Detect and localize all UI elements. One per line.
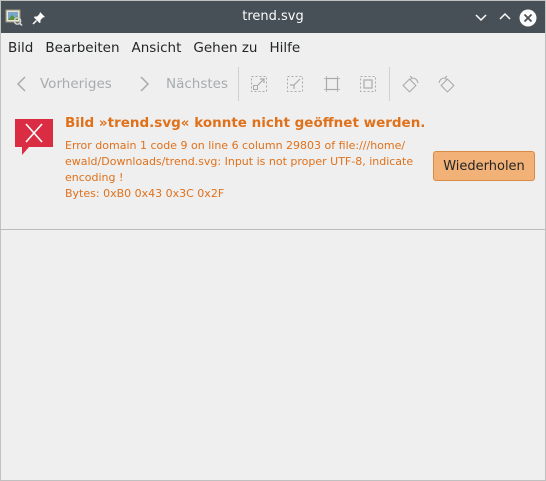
zoom-fill-icon[interactable] (359, 63, 377, 105)
zoom-in-fit-icon[interactable] (286, 63, 304, 105)
previous-button[interactable]: Vorheriges (15, 63, 112, 105)
error-details: Error domain 1 code 9 on line 6 column 2… (65, 138, 425, 202)
app-window: trend.svg Bild Bearbeiten Ansicht Gehen … (0, 0, 546, 481)
menu-bar: Bild Bearbeiten Ansicht Gehen zu Hilfe (1, 33, 545, 63)
next-label: Nächstes (166, 76, 229, 92)
next-button[interactable]: Nächstes (137, 63, 228, 105)
menu-hilfe[interactable]: Hilfe (264, 33, 307, 63)
error-detail-line: Error domain 1 code 9 on line 6 column 2… (65, 139, 406, 152)
maximize-icon[interactable] (497, 9, 513, 25)
error-detail-line: Bytes: 0xB0 0x43 0x3C 0x2F (65, 187, 225, 200)
chevron-left-icon (15, 75, 29, 93)
close-icon[interactable] (519, 9, 537, 27)
actual-size-icon[interactable] (323, 63, 341, 105)
menu-gehen-zu[interactable]: Gehen zu (187, 33, 263, 63)
title-bar[interactable]: trend.svg (1, 1, 545, 33)
chevron-right-icon (137, 75, 151, 93)
error-icon (13, 117, 55, 159)
error-detail-line: encoding ! (65, 171, 124, 184)
minimize-icon[interactable] (473, 9, 489, 25)
window-title: trend.svg (242, 9, 304, 24)
menu-bild[interactable]: Bild (1, 33, 39, 63)
menu-ansicht[interactable]: Ansicht (126, 33, 188, 63)
toolbar-separator (238, 67, 239, 101)
retry-button[interactable]: Wiederholen (433, 151, 535, 181)
toolbar-separator (389, 67, 390, 101)
rotate-left-icon[interactable] (401, 63, 421, 105)
error-title: Bild »trend.svg« konnte nicht geöffnet w… (65, 115, 426, 131)
previous-label: Vorheriges (40, 76, 112, 92)
rotate-right-icon[interactable] (436, 63, 456, 105)
image-viewport[interactable] (1, 230, 545, 480)
zoom-fit-icon[interactable] (250, 63, 268, 105)
toolbar: Vorheriges Nächstes (1, 63, 545, 105)
menu-bearbeiten[interactable]: Bearbeiten (39, 33, 125, 63)
error-message: Bild »trend.svg« konnte nicht geöffnet w… (1, 105, 545, 227)
error-detail-line: ewald/Downloads/trend.svg: Input is not … (65, 155, 414, 168)
